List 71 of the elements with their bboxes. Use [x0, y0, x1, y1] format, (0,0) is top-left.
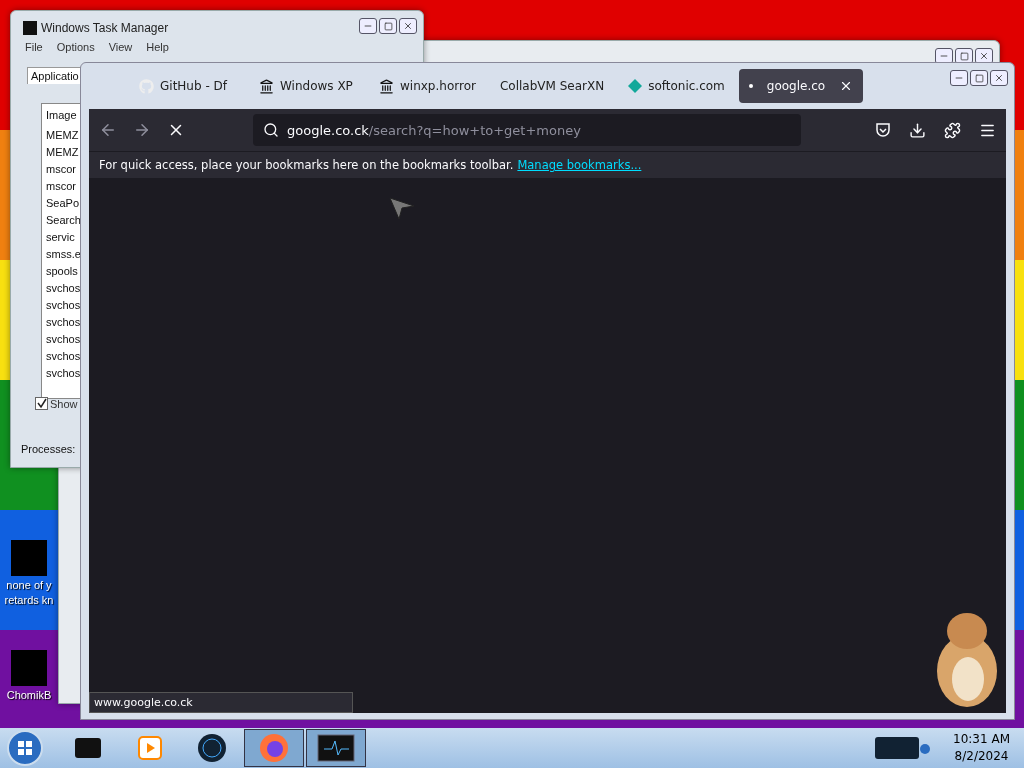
process-name[interactable]: servic [46, 229, 75, 246]
process-name[interactable]: MEMZ [46, 127, 79, 144]
browser-tab[interactable]: softonic.com [618, 69, 735, 103]
desktop-icon-label[interactable]: none of y retards kn [4, 578, 54, 608]
globe-icon [197, 733, 227, 763]
browser-tab[interactable]: CollabVM SearXN [489, 69, 615, 103]
close-icon [994, 73, 1004, 83]
loading-dot-icon [748, 84, 753, 88]
clock-date[interactable]: 8/2/2024 [954, 748, 1009, 765]
landmark-icon [259, 78, 274, 94]
process-name[interactable]: mscor [46, 161, 76, 178]
maximize-button[interactable] [379, 18, 397, 34]
process-name[interactable]: SeaPo [46, 195, 80, 212]
maximize-icon [974, 73, 984, 83]
tab[interactable]: Applicatio [27, 67, 83, 84]
landmark-icon [379, 78, 394, 94]
browser-tab[interactable]: winxp.horror [369, 69, 486, 103]
status-text: Processes: [21, 443, 76, 455]
bookmarks-hint: For quick access, place your bookmarks here on the bookmarks toolbar. [99, 158, 514, 172]
close-icon [403, 21, 413, 31]
menu-item[interactable]: Options [56, 41, 95, 53]
app-icon [23, 21, 37, 35]
process-name[interactable]: svchos [46, 314, 81, 331]
close-button[interactable] [990, 70, 1008, 86]
extensions-button[interactable] [944, 121, 961, 139]
column-header[interactable]: Image [46, 106, 77, 125]
maximize-icon [959, 51, 969, 61]
process-name[interactable]: MEMZ [46, 144, 79, 161]
status-url: www.google.co.ck [89, 692, 353, 713]
browser-tab[interactable]: Windows XP [249, 69, 365, 103]
pocket-button[interactable] [875, 121, 891, 139]
diamond-icon [628, 79, 643, 93]
close-icon [979, 51, 989, 61]
process-name[interactable]: svchos [46, 348, 81, 365]
monitor-icon [316, 733, 356, 763]
menu-item[interactable]: Help [146, 41, 169, 53]
minimize-button[interactable] [359, 18, 377, 34]
check-icon [36, 398, 47, 409]
minimize-button[interactable] [950, 70, 968, 86]
media-player-icon [138, 736, 162, 760]
url-path: /search?q=how+to+get+money [368, 122, 581, 138]
checkbox-label: Show [50, 397, 78, 410]
clock-time[interactable]: 10:31 AM [953, 731, 1010, 748]
menu-item[interactable]: View [108, 41, 133, 53]
process-name[interactable]: mscor [46, 178, 76, 195]
back-button[interactable] [99, 121, 117, 139]
forward-button[interactable] [133, 121, 151, 139]
window-title: Windows Task Manager [41, 21, 169, 35]
firefox-icon [259, 733, 289, 763]
browser-tab[interactable]: GitHub - Df [129, 69, 245, 103]
start-button[interactable] [6, 729, 44, 767]
process-name[interactable]: svchos [46, 297, 81, 314]
download-button[interactable] [909, 121, 926, 139]
desktop-icon-label[interactable]: ChomikB [6, 688, 52, 703]
taskbar-app[interactable] [306, 729, 366, 767]
close-button[interactable] [399, 18, 417, 34]
maximize-icon [383, 21, 393, 31]
process-name[interactable]: Search [46, 212, 81, 229]
menu-item[interactable]: File [25, 41, 43, 53]
process-name[interactable]: svchos [46, 331, 81, 348]
url-host: google.co.ck [287, 122, 369, 138]
process-name[interactable]: smss.e [46, 246, 81, 263]
search-icon [263, 122, 279, 138]
browser-tab[interactable]: google.co [738, 69, 864, 103]
checkbox[interactable] [35, 397, 48, 410]
process-name[interactable]: svchos [46, 280, 81, 297]
maximize-button[interactable] [970, 70, 988, 86]
process-name[interactable]: spools [46, 263, 78, 280]
address-bar[interactable]: google.co.ck/search?q=how+to+get+money [253, 114, 801, 146]
manage-bookmarks-link[interactable]: Manage bookmarks... [517, 158, 642, 172]
process-name[interactable]: svchos [46, 365, 81, 382]
